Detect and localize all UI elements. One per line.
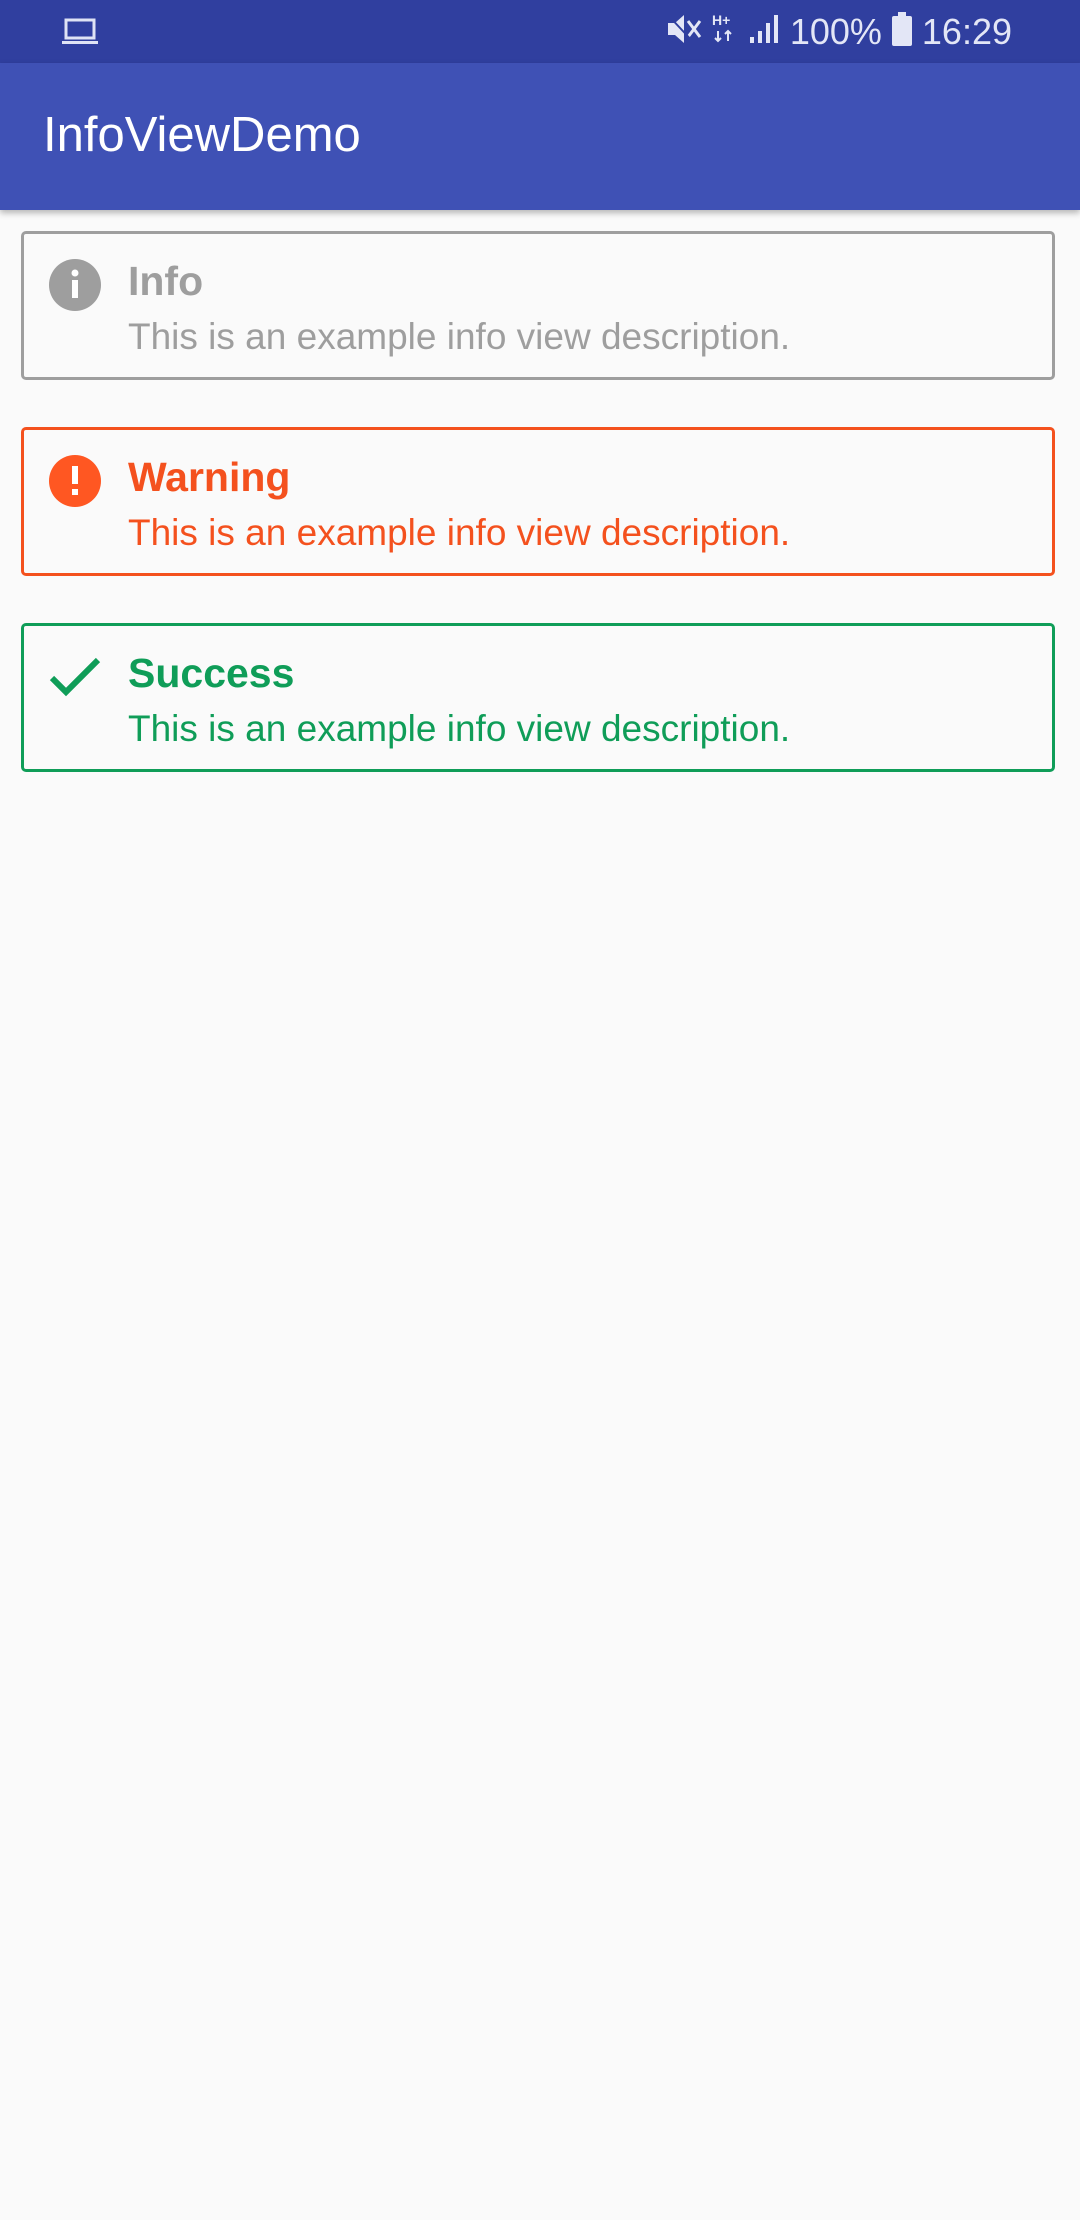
info-view-info: Info This is an example info view descri… bbox=[21, 231, 1055, 380]
success-view-title: Success bbox=[128, 650, 295, 696]
info-view-warning: Warning This is an example info view des… bbox=[21, 427, 1055, 576]
warning-view-description: This is an example info view description… bbox=[128, 512, 791, 553]
info-view-title: Info bbox=[128, 258, 204, 304]
laptop-icon bbox=[62, 17, 98, 47]
mute-icon bbox=[664, 11, 702, 52]
status-icons: H+ 100% 16:29 bbox=[664, 0, 1012, 63]
status-bar: H+ 100% 16:29 bbox=[0, 0, 1080, 63]
signal-icon bbox=[748, 13, 780, 50]
warning-view-title: Warning bbox=[128, 454, 291, 500]
battery-icon bbox=[891, 12, 912, 51]
info-icon bbox=[48, 258, 102, 312]
checkmark-icon bbox=[48, 650, 102, 704]
clock: 16:29 bbox=[921, 10, 1012, 52]
battery-percent: 100% bbox=[789, 10, 882, 52]
success-view-description: This is an example info view description… bbox=[128, 708, 791, 749]
info-view-success: Success This is an example info view des… bbox=[21, 623, 1055, 772]
app-bar: InfoViewDemo bbox=[0, 63, 1080, 210]
info-view-description: This is an example info view description… bbox=[128, 316, 791, 357]
svg-text:H+: H+ bbox=[712, 12, 730, 28]
hplus-data-icon: H+ bbox=[712, 11, 738, 52]
app-title: InfoViewDemo bbox=[43, 108, 361, 162]
exclamation-icon bbox=[48, 454, 102, 508]
